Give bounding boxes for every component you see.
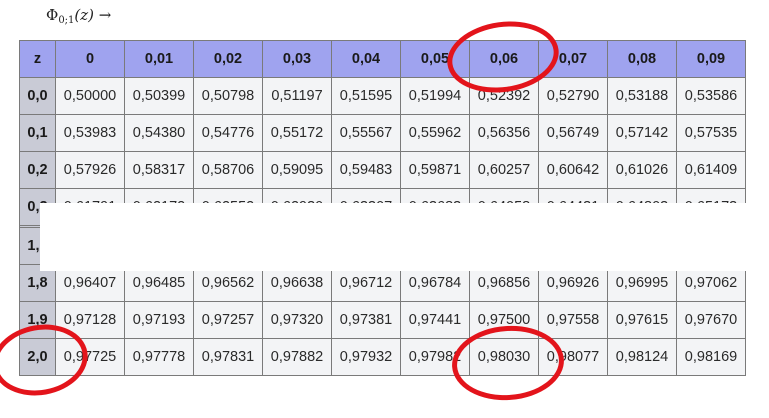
table-cell: 0,97932 [331, 338, 401, 376]
table-cell: 0,50399 [124, 77, 194, 115]
column-header: 0,07 [538, 40, 608, 78]
row-header: 0,0 [19, 77, 56, 115]
table-cell: 0,55172 [262, 114, 332, 152]
obscured-band [40, 203, 769, 271]
table-cell: 0,51994 [400, 77, 470, 115]
table-cell: 0,97441 [400, 301, 470, 339]
table-cell: 0,97381 [331, 301, 401, 339]
table-cell: 0,59483 [331, 151, 401, 189]
table-cell: 0,53586 [676, 77, 746, 115]
table-cell: 0,97128 [55, 301, 125, 339]
table-cell: 0,97193 [124, 301, 194, 339]
table-cell: 0,97982 [400, 338, 470, 376]
table-cell: 0,97558 [538, 301, 608, 339]
table-cell: 0,97778 [124, 338, 194, 376]
row-header: 1,9 [19, 301, 56, 339]
table-cell: 0,57535 [676, 114, 746, 152]
table-cell: 0,50798 [193, 77, 263, 115]
row-header: 0,2 [19, 151, 56, 189]
table-cell: 0,54380 [124, 114, 194, 152]
row-header: 0,1 [19, 114, 56, 152]
table-cell: 0,57142 [607, 114, 677, 152]
table-cell: 0,97500 [469, 301, 539, 339]
table-row: 0,2 0,57926 0,58317 0,58706 0,59095 0,59483 0,… [19, 151, 746, 189]
table-cell: 0,59095 [262, 151, 332, 189]
table-cell: 0,55962 [400, 114, 470, 152]
column-header: 0,03 [262, 40, 332, 78]
table-cell: 0,98030 [469, 338, 539, 376]
table-cell: 0,56749 [538, 114, 608, 152]
table-cell: 0,98077 [538, 338, 608, 376]
table-cell: 0,52392 [469, 77, 539, 115]
table-cell: 0,97670 [676, 301, 746, 339]
table-cell: 0,58706 [193, 151, 263, 189]
table-row: 1,9 0,97128 0,97193 0,97257 0,97320 0,97381 0,… [19, 301, 746, 339]
table-cell: 0,97831 [193, 338, 263, 376]
column-header: 0,05 [400, 40, 470, 78]
table-cell: 0,51197 [262, 77, 332, 115]
table-cell: 0,61026 [607, 151, 677, 189]
column-header: 0,09 [676, 40, 746, 78]
table-cell: 0,57926 [55, 151, 125, 189]
table-cell: 0,97257 [193, 301, 263, 339]
table-row: 0,0 0,50000 0,50399 0,50798 0,51197 0,51595 0,… [19, 77, 746, 115]
column-header: 0,06 [469, 40, 539, 78]
table-cell: 0,97615 [607, 301, 677, 339]
formula-label: Φ0;1(z) → [46, 6, 112, 26]
table-cell: 0,54776 [193, 114, 263, 152]
column-header: 0,02 [193, 40, 263, 78]
table-cell: 0,55567 [331, 114, 401, 152]
table-cell: 0,50000 [55, 77, 125, 115]
table-cell: 0,52790 [538, 77, 608, 115]
column-header: 0,01 [124, 40, 194, 78]
table-cell: 0,53983 [55, 114, 125, 152]
table-cell: 0,60257 [469, 151, 539, 189]
table-cell: 0,58317 [124, 151, 194, 189]
table-cell: 0,61409 [676, 151, 746, 189]
table-cell: 0,51595 [331, 77, 401, 115]
table-row: 0,1 0,53983 0,54380 0,54776 0,55172 0,55567 0,… [19, 114, 746, 152]
table-row: 2,0 0,97725 0,97778 0,97831 0,97882 0,97932 0,… [19, 338, 746, 376]
column-header: 0,04 [331, 40, 401, 78]
column-header-z: z [19, 40, 56, 78]
table-cell: 0,56356 [469, 114, 539, 152]
table-cell: 0,97725 [55, 338, 125, 376]
column-header: 0 [55, 40, 125, 78]
header-row: z 0 0,01 0,02 0,03 0,04 0,05 0,06 0,07 0,08 0,09 [19, 40, 746, 78]
table-cell: 0,97320 [262, 301, 332, 339]
table-cell: 0,59871 [400, 151, 470, 189]
table-cell: 0,98169 [676, 338, 746, 376]
table-cell: 0,60642 [538, 151, 608, 189]
table-cell: 0,53188 [607, 77, 677, 115]
table-cell: 0,97882 [262, 338, 332, 376]
table-cell: 0,98124 [607, 338, 677, 376]
column-header: 0,08 [607, 40, 677, 78]
row-header: 2,0 [19, 338, 56, 376]
